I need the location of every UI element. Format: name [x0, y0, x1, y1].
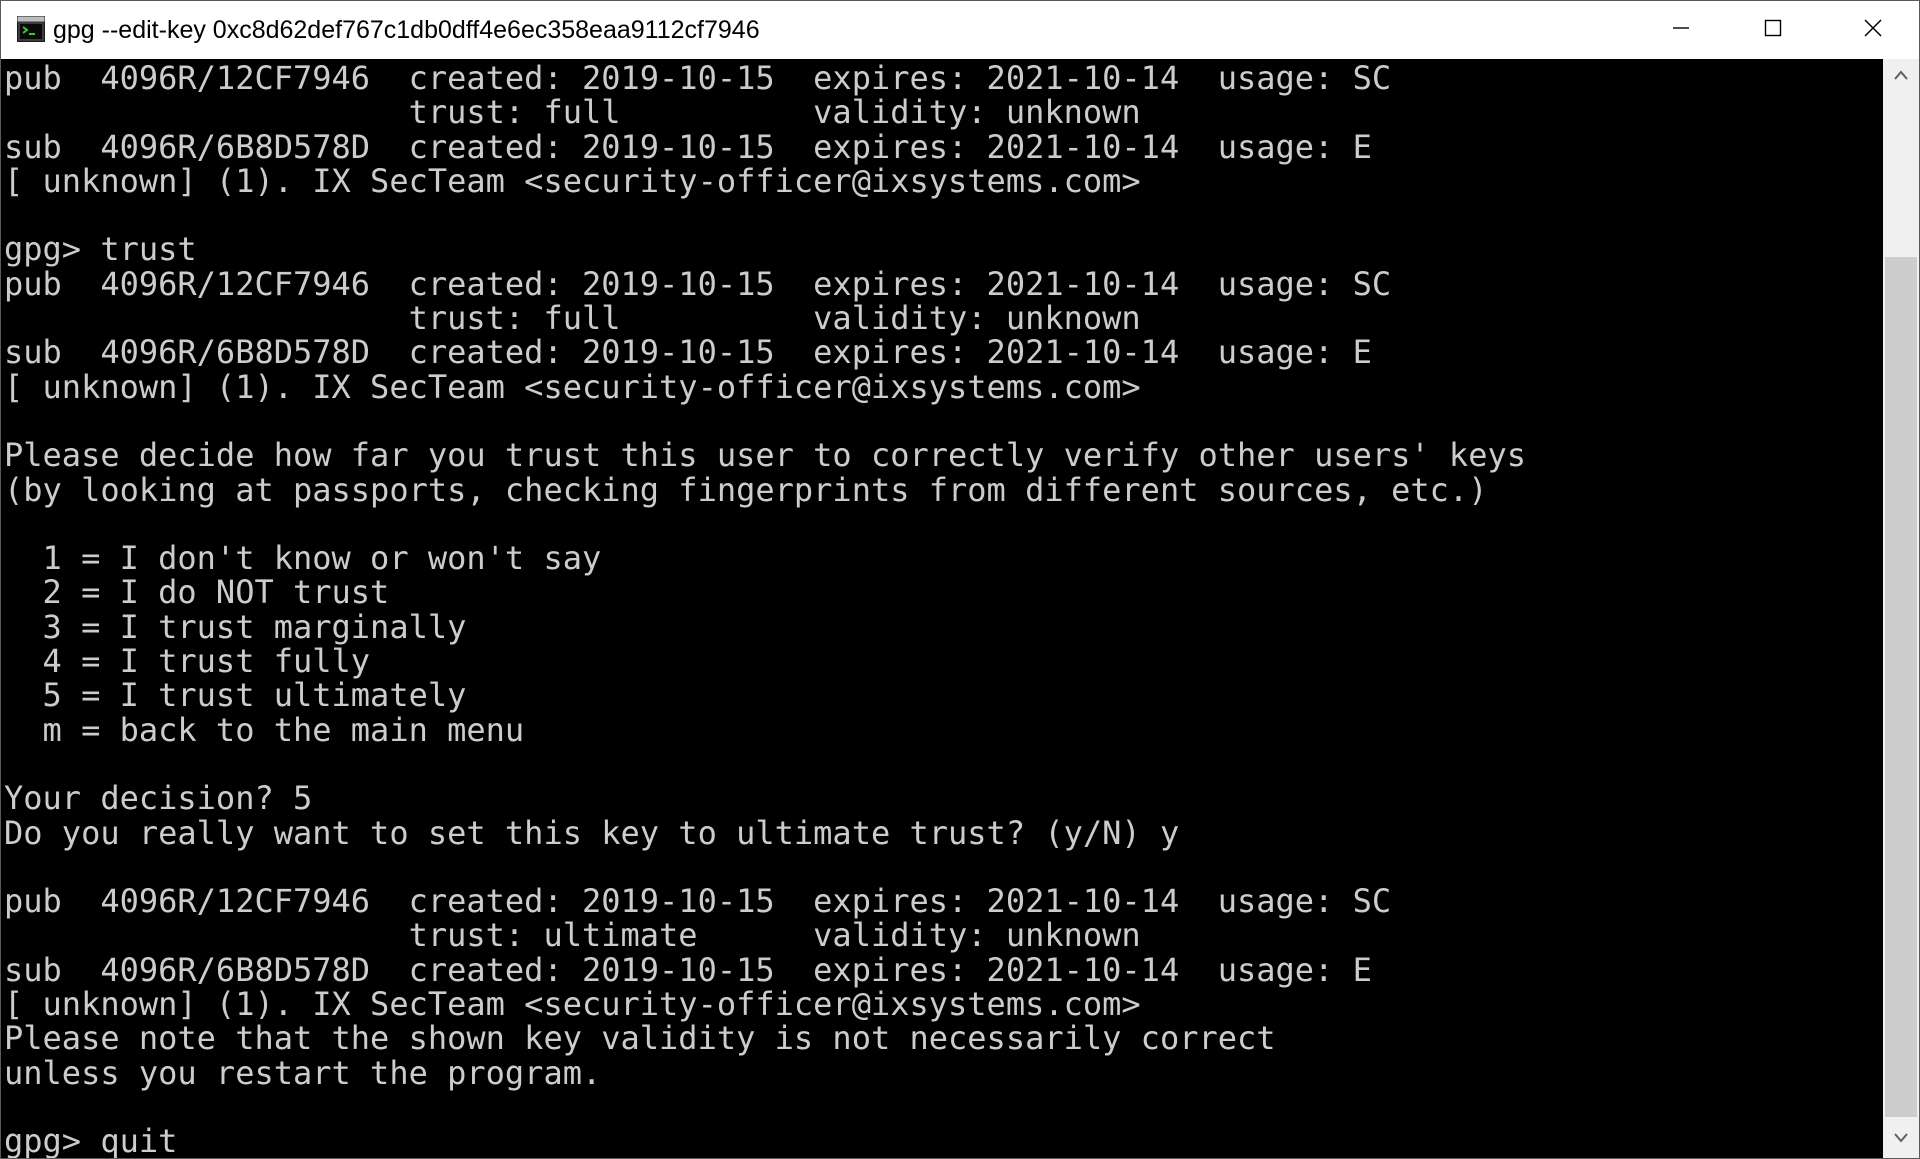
- console-line: gpg> trust: [4, 230, 197, 269]
- console-line: [ unknown] (1). IX SecTeam <security-off…: [4, 985, 1141, 1024]
- console-line: m = back to the main menu: [4, 710, 525, 749]
- console-text: pub 4096R/12CF7946 created: 2019-10-15 e…: [4, 61, 1526, 1158]
- console-line: pub 4096R/12CF7946 created: 2019-10-15 e…: [4, 264, 1392, 303]
- scroll-up-button[interactable]: [1883, 59, 1919, 95]
- console-line: 1 = I don't know or won't say: [4, 539, 602, 578]
- console-line: (by looking at passports, checking finge…: [4, 470, 1488, 509]
- title-bar[interactable]: gpg --edit-key 0xc8d62def767c1db0dff4e6e…: [1, 1, 1919, 60]
- console-line: sub 4096R/6B8D578D created: 2019-10-15 e…: [4, 333, 1372, 372]
- console-line: unless you restart the program.: [4, 1053, 602, 1092]
- console-line: 3 = I trust marginally: [4, 607, 467, 646]
- scroll-up-arrow-icon: [1893, 68, 1909, 86]
- console-line: Please note that the shown key validity …: [4, 1019, 1276, 1058]
- window-title: gpg --edit-key 0xc8d62def767c1db0dff4e6e…: [53, 16, 760, 44]
- close-button[interactable]: [1827, 1, 1919, 59]
- close-icon: [1862, 17, 1884, 44]
- console-line: trust: full validity: unknown: [4, 93, 1141, 132]
- console-line: pub 4096R/12CF7946 created: 2019-10-15 e…: [4, 59, 1392, 97]
- console-line: sub 4096R/6B8D578D created: 2019-10-15 e…: [4, 950, 1372, 989]
- console-line: 4 = I trust fully: [4, 642, 371, 681]
- console-line: Do you really want to set this key to ul…: [4, 813, 1180, 852]
- console-line: [ unknown] (1). IX SecTeam <security-off…: [4, 161, 1141, 200]
- scroll-down-button[interactable]: [1883, 1122, 1919, 1158]
- console-line: sub 4096R/6B8D578D created: 2019-10-15 e…: [4, 127, 1372, 166]
- minimize-icon: [1671, 18, 1691, 43]
- vertical-scrollbar[interactable]: [1883, 59, 1919, 1158]
- console-line: trust: full validity: unknown: [4, 299, 1141, 338]
- scrollbar-thumb[interactable]: [1885, 257, 1917, 1117]
- console-line: pub 4096R/12CF7946 created: 2019-10-15 e…: [4, 882, 1392, 921]
- console-line: trust: ultimate validity: unknown: [4, 916, 1141, 955]
- console-line: Your decision? 5: [4, 779, 313, 818]
- console-output-area[interactable]: pub 4096R/12CF7946 created: 2019-10-15 e…: [1, 59, 1883, 1158]
- maximize-icon: [1763, 18, 1783, 43]
- scroll-down-arrow-icon: [1893, 1131, 1909, 1149]
- maximize-button[interactable]: [1727, 1, 1819, 59]
- console-line: gpg> quit: [4, 1122, 178, 1158]
- console-line: [ unknown] (1). IX SecTeam <security-off…: [4, 367, 1141, 406]
- console-line: 5 = I trust ultimately: [4, 676, 467, 715]
- console-line: Please decide how far you trust this use…: [4, 436, 1526, 475]
- console-icon[interactable]: [17, 16, 45, 42]
- console-window: gpg --edit-key 0xc8d62def767c1db0dff4e6e…: [0, 0, 1920, 1159]
- minimize-button[interactable]: [1635, 1, 1727, 59]
- console-line: 2 = I do NOT trust: [4, 573, 390, 612]
